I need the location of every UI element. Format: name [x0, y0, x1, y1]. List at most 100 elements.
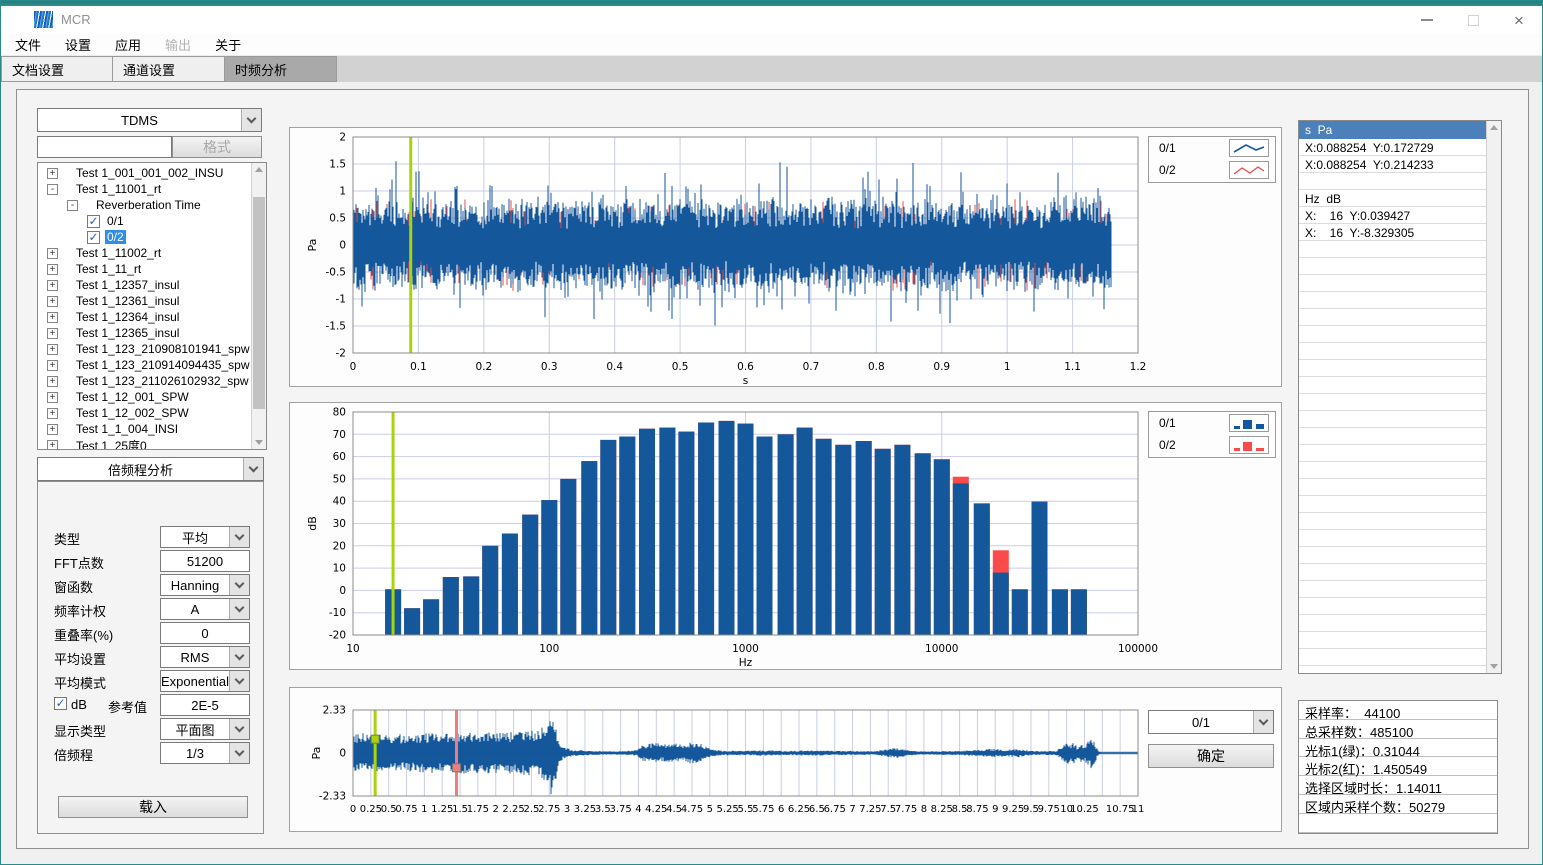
maximize-button[interactable]	[1450, 6, 1496, 34]
param-select-7[interactable]: Exponential	[160, 670, 250, 692]
tree-item[interactable]: ✓0/1	[38, 213, 253, 229]
load-button[interactable]: 载入	[58, 796, 248, 818]
legend-item[interactable]: 0/1	[1149, 137, 1275, 159]
tree-item[interactable]: ✓0/2	[38, 229, 253, 245]
tree-scrollbar-thumb[interactable]	[253, 197, 265, 409]
param-select-value: 平均	[161, 528, 229, 547]
expand-icon[interactable]: +	[47, 360, 58, 371]
tree-item[interactable]: +Test 1_12_002_SPW	[38, 405, 253, 421]
readout-row	[1299, 173, 1486, 190]
param-input-5[interactable]: 0	[160, 622, 250, 644]
tree-item[interactable]: +Test 1_11_rt	[38, 261, 253, 277]
line-sample-icon-red[interactable]	[1229, 161, 1269, 179]
tree-item[interactable]: +Test 1_25度0	[38, 437, 253, 450]
scroll-down-icon[interactable]	[255, 440, 263, 445]
legend-item[interactable]: 0/2	[1149, 434, 1275, 456]
param-select-6[interactable]: RMS	[160, 646, 250, 668]
svg-text:4: 4	[635, 804, 641, 815]
tree-item[interactable]: +Test 1_001_001_002_INSU	[38, 165, 253, 181]
param-input-2[interactable]: 51200	[160, 550, 250, 572]
analysis-type-select[interactable]: 倍频程分析	[37, 457, 264, 481]
channel-select[interactable]: 0/1	[1148, 710, 1274, 734]
cursor-readout-panel: s PaX:0.088254 Y:0.172729X:0.088254 Y:0.…	[1298, 120, 1502, 674]
menu-item-2[interactable]: 设置	[65, 35, 91, 54]
expand-icon[interactable]: +	[47, 264, 58, 275]
menu-item-1[interactable]: 文件	[15, 35, 41, 54]
menu-item-5[interactable]: 关于	[215, 35, 241, 54]
expand-icon[interactable]: +	[47, 440, 58, 451]
collapse-icon[interactable]: -	[47, 184, 58, 195]
svg-text:Pa: Pa	[310, 747, 323, 760]
file-format-select[interactable]: TDMS	[37, 108, 262, 132]
svg-text:8.5: 8.5	[952, 804, 968, 815]
tree-scrollbar[interactable]	[251, 163, 266, 449]
channel-checkbox[interactable]: ✓	[87, 231, 100, 244]
tree-item[interactable]: + Test 1_1_004_INSI	[38, 421, 253, 437]
third-octave-spectrum-chart[interactable]: 80706050403020100-10-2010100100010000100…	[290, 403, 1281, 669]
close-button[interactable]: ×	[1496, 6, 1542, 34]
param-select-9[interactable]: 平面图	[160, 718, 250, 740]
tree-item-label: Test 1_1_004_INSI	[74, 422, 180, 436]
expand-icon[interactable]: +	[47, 328, 58, 339]
param-select-4[interactable]: A	[160, 598, 250, 620]
scroll-up-icon[interactable]	[255, 167, 263, 172]
svg-text:0.25: 0.25	[360, 804, 382, 815]
scroll-up-icon[interactable]	[1490, 125, 1498, 130]
expand-icon[interactable]: +	[47, 392, 58, 403]
expand-icon[interactable]: +	[47, 376, 58, 387]
expand-icon[interactable]: +	[47, 248, 58, 259]
chevron-down-icon	[1253, 711, 1273, 733]
tree-item[interactable]: +Test 1_123_210914094435_spw	[38, 357, 253, 373]
tree-item[interactable]: +Test 1_12361_insul	[38, 293, 253, 309]
title-bar[interactable]: MCR ×	[1, 6, 1542, 34]
param-select-10[interactable]: 1/3	[160, 742, 250, 764]
menu-item-3[interactable]: 应用	[115, 35, 141, 54]
tree-item[interactable]: +Test 1_123_210908101941_spw	[38, 341, 253, 357]
expand-icon[interactable]: +	[47, 280, 58, 291]
time-waveform-chart[interactable]: 21.510.50-0.5-1-1.5-200.10.20.30.40.50.6…	[290, 128, 1281, 386]
collapse-icon[interactable]: -	[67, 200, 78, 211]
tree-item[interactable]: +Test 1_12364_insul	[38, 309, 253, 325]
bar-sample-icon-blue[interactable]	[1229, 414, 1269, 432]
legend-item[interactable]: 0/1	[1149, 412, 1275, 434]
tree-item[interactable]: -Reverberation Time	[38, 197, 253, 213]
db-checkbox[interactable]: ✓	[54, 697, 67, 710]
tab-2[interactable]: 通道设置	[113, 56, 225, 82]
format-button[interactable]: 格式	[172, 136, 262, 158]
line-sample-icon-blue[interactable]	[1229, 139, 1269, 157]
tree-item[interactable]: +Test 1_11002_rt	[38, 245, 253, 261]
tree-item[interactable]: +Test 1_12365_insul	[38, 325, 253, 341]
expand-icon[interactable]: +	[47, 424, 58, 435]
tree-item[interactable]: -Test 1_11001_rt	[38, 181, 253, 197]
svg-text:0.9: 0.9	[933, 361, 950, 373]
svg-text:-1.5: -1.5	[326, 321, 347, 333]
param-select-3[interactable]: Hanning	[160, 574, 250, 596]
expand-icon[interactable]: +	[47, 344, 58, 355]
channel-checkbox[interactable]: ✓	[87, 215, 100, 228]
analysis-type-value: 倍频程分析	[38, 460, 243, 479]
expand-icon[interactable]: +	[47, 296, 58, 307]
tab-3[interactable]: 时频分析	[225, 56, 337, 82]
scroll-down-icon[interactable]	[1490, 664, 1498, 669]
svg-text:0.4: 0.4	[606, 361, 623, 373]
readout-scrollbar[interactable]	[1486, 121, 1501, 673]
minimize-button[interactable]	[1404, 6, 1450, 34]
tree-item[interactable]: +Test 1_12357_insul	[38, 277, 253, 293]
confirm-button[interactable]: 确定	[1148, 744, 1274, 768]
bar-sample-icon-red[interactable]	[1229, 436, 1269, 454]
param-input-8[interactable]: 2E-5	[160, 694, 250, 716]
legend-item[interactable]: 0/2	[1149, 159, 1275, 181]
overview-waveform-chart[interactable]: 2.330-2.3300.250.50.7511.251.51.7522.252…	[290, 688, 1281, 831]
tree-item[interactable]: +Test 1_123_211026102932_spw	[38, 373, 253, 389]
svg-text:1: 1	[339, 186, 346, 198]
menu-item-4[interactable]: 输出	[165, 35, 191, 54]
search-input[interactable]	[37, 136, 172, 158]
svg-text:4.5: 4.5	[666, 804, 682, 815]
expand-icon[interactable]: +	[47, 408, 58, 419]
svg-text:0: 0	[339, 748, 346, 760]
tab-1[interactable]: 文档设置	[1, 56, 113, 82]
param-select-1[interactable]: 平均	[160, 526, 250, 548]
expand-icon[interactable]: +	[47, 168, 58, 179]
tree-item[interactable]: +Test 1_12_001_SPW	[38, 389, 253, 405]
expand-icon[interactable]: +	[47, 312, 58, 323]
